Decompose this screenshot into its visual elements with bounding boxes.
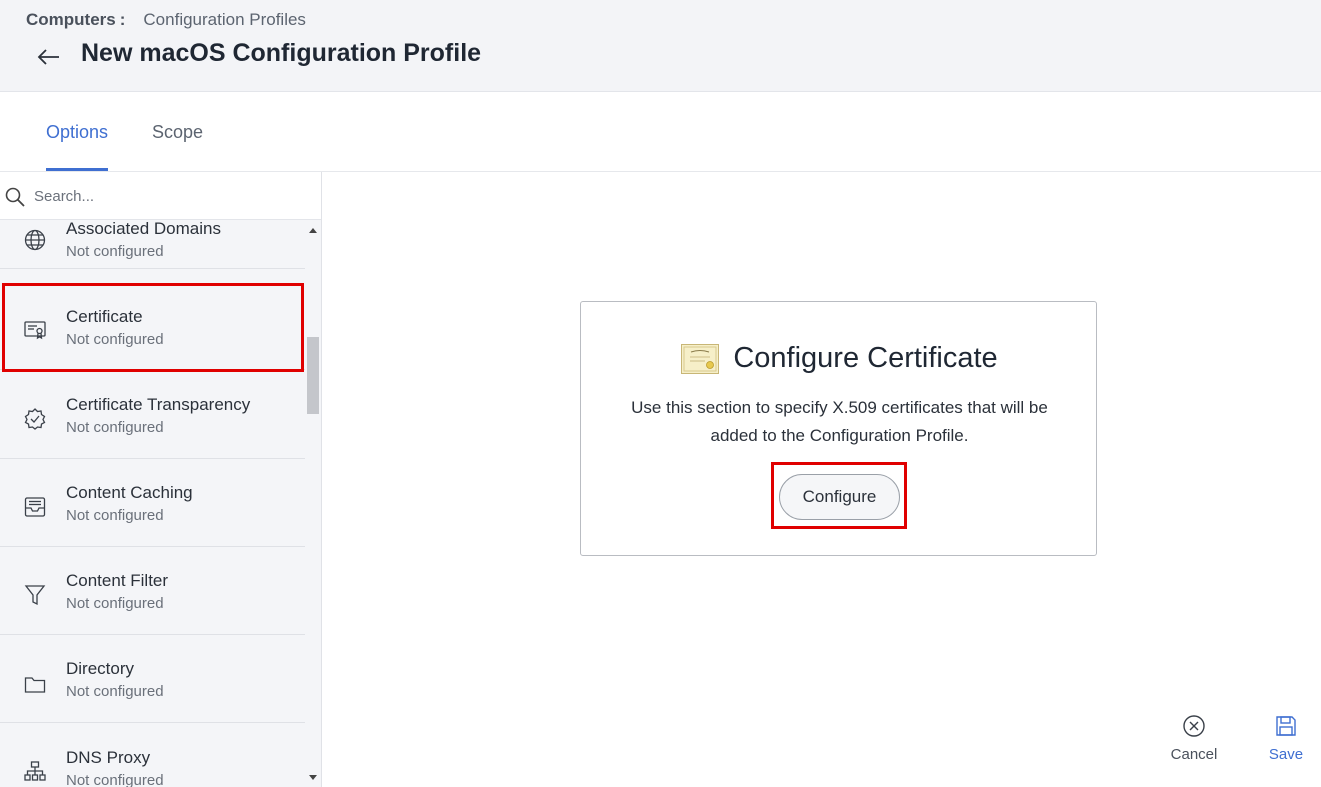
breadcrumb-separator: : xyxy=(119,10,126,29)
tab-bar: Options Scope xyxy=(0,92,1321,172)
card-title-row: Configure Certificate xyxy=(581,342,1098,375)
cancel-label: Cancel xyxy=(1170,746,1218,763)
card-title: Configure Certificate xyxy=(733,342,998,374)
list-item[interactable]: DNS Proxy Not configured xyxy=(0,723,305,787)
list-item-status: Not configured xyxy=(66,331,164,348)
list-item-name: Certificate xyxy=(66,307,143,326)
list-item[interactable]: Certificate Not configured xyxy=(0,282,305,370)
save-button[interactable]: Save xyxy=(1262,714,1310,763)
save-label: Save xyxy=(1268,746,1304,763)
search-icon xyxy=(4,186,26,208)
verified-badge-icon xyxy=(23,407,47,431)
sidebar-scrollbar[interactable] xyxy=(305,220,321,787)
floppy-disk-icon xyxy=(1274,714,1298,743)
search-box xyxy=(0,172,321,220)
close-circle-icon xyxy=(1182,714,1206,743)
list-item-name: Directory xyxy=(66,659,135,678)
scroll-thumb[interactable] xyxy=(307,337,319,414)
list-item-status: Not configured xyxy=(66,419,164,436)
tab-options[interactable]: Options xyxy=(46,122,108,143)
breadcrumb: Computers : Configuration Profiles xyxy=(26,10,306,30)
breadcrumb-current[interactable]: Configuration Profiles xyxy=(143,10,306,30)
certificate-document-icon xyxy=(681,343,720,374)
globe-icon xyxy=(23,228,47,252)
list-item-name: Certificate Transparency xyxy=(66,395,251,414)
certificate-icon xyxy=(23,318,47,342)
configure-button[interactable]: Configure xyxy=(779,474,900,520)
list-item[interactable]: Content Filter Not configured xyxy=(0,547,305,635)
list-item-status: Not configured xyxy=(66,772,164,787)
list-item-name: Content Caching xyxy=(66,483,193,502)
configure-card: Configure Certificate Use this section t… xyxy=(580,301,1097,556)
scroll-down-arrow[interactable] xyxy=(309,775,317,780)
breadcrumb-root[interactable]: Computers xyxy=(26,10,116,30)
list-item[interactable]: Directory Not configured xyxy=(0,635,305,723)
payload-list: Associated Domains Not configured Certif… xyxy=(0,220,305,787)
list-item-name: Associated Domains xyxy=(66,220,221,238)
inbox-tray-icon xyxy=(23,495,47,519)
list-item-status: Not configured xyxy=(66,683,164,700)
list-item-status: Not configured xyxy=(66,243,164,260)
cancel-button[interactable]: Cancel xyxy=(1166,714,1222,763)
payload-sidebar: Associated Domains Not configured Certif… xyxy=(0,172,322,787)
list-item-name: DNS Proxy xyxy=(66,748,151,767)
page-header: Computers : Configuration Profiles New m… xyxy=(0,0,1321,92)
network-tree-icon xyxy=(23,760,47,784)
filter-funnel-icon xyxy=(23,583,47,607)
page-title: New macOS Configuration Profile xyxy=(81,39,482,67)
active-tab-indicator xyxy=(46,168,108,171)
list-item-status: Not configured xyxy=(66,507,164,524)
list-item[interactable]: Certificate Transparency Not configured xyxy=(0,371,305,459)
list-item[interactable]: Content Caching Not configured xyxy=(0,459,305,547)
list-item-name: Content Filter xyxy=(66,571,169,590)
list-item-status: Not configured xyxy=(66,595,164,612)
card-description: Use this section to specify X.509 certif… xyxy=(631,398,1048,445)
scroll-up-arrow[interactable] xyxy=(309,228,317,233)
list-item[interactable]: Associated Domains Not configured xyxy=(0,220,305,269)
arrow-left-icon[interactable] xyxy=(36,44,62,70)
search-input[interactable] xyxy=(34,182,304,210)
folder-icon xyxy=(23,673,47,697)
tab-scope[interactable]: Scope xyxy=(152,122,203,143)
